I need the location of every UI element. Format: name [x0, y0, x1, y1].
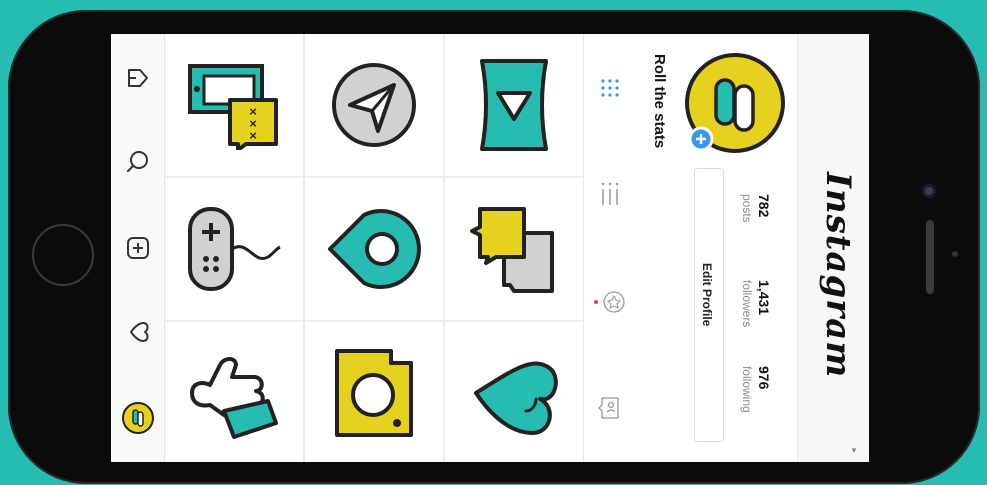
app-header: Instagram ▼: [797, 34, 869, 462]
grid-divider: [303, 34, 305, 462]
sensor-dot: [952, 251, 958, 257]
grid-tile[interactable]: [445, 34, 583, 176]
gamepad-icon: [188, 207, 281, 291]
profile-avatar-icon: [122, 402, 154, 434]
saved-icon: [594, 291, 625, 313]
tab-list[interactable]: [590, 174, 630, 214]
stat-posts-label: posts: [740, 194, 754, 223]
add-story-badge[interactable]: [688, 126, 714, 152]
message-bubbles-icon: [470, 207, 554, 293]
nav-search[interactable]: [118, 142, 158, 182]
edit-profile-label: Edit Profile: [700, 263, 714, 327]
stat-posts-count: 782: [756, 194, 772, 218]
stat-following-count[interactable]: 976: [756, 366, 772, 389]
tab-tagged[interactable]: [590, 388, 630, 428]
app-screen: × × × Roll the stats 782 posts 1,431 fol…: [111, 34, 869, 462]
list-view-icon: [601, 182, 619, 205]
grid-tile[interactable]: [445, 322, 583, 462]
activity-heart-icon: [130, 322, 149, 342]
stat-followers-count[interactable]: 1,431: [756, 280, 772, 315]
grid-tile[interactable]: × × ×: [165, 34, 303, 176]
profile-panel: Roll the stats 782 posts 1,431 followers…: [636, 34, 797, 462]
nav-add-post[interactable]: [118, 228, 158, 268]
grid-tile[interactable]: [305, 178, 443, 320]
svg-text:×: ×: [249, 128, 257, 143]
camera-icon: [335, 349, 413, 437]
send-icon: [332, 63, 416, 147]
dropdown-caret-icon[interactable]: ▼: [850, 446, 858, 455]
instagram-logo: Instagram: [818, 172, 858, 379]
grid-tile[interactable]: [305, 34, 443, 176]
nav-activity[interactable]: [118, 312, 158, 352]
search-icon: [127, 151, 148, 172]
tab-grid[interactable]: [590, 68, 630, 108]
home-button[interactable]: [32, 224, 94, 286]
add-post-icon: [127, 237, 149, 259]
nav-home[interactable]: [118, 58, 158, 98]
nav-profile[interactable]: [118, 398, 158, 438]
grid-tile[interactable]: [165, 178, 303, 320]
front-camera: [922, 184, 936, 198]
grid-view-icon: [601, 79, 619, 97]
edit-profile-button[interactable]: Edit Profile: [694, 168, 724, 442]
profile-username: Roll the stats: [651, 54, 668, 149]
photo-grid: × × ×: [165, 34, 583, 462]
grid-tile[interactable]: [445, 178, 583, 320]
bottom-nav: [111, 34, 165, 462]
plus-icon: [688, 126, 714, 152]
location-pin-icon: [328, 209, 421, 289]
tagged-icon: [598, 397, 619, 419]
thumbs-up-icon: [190, 357, 278, 439]
grid-tile[interactable]: [165, 322, 303, 462]
stat-following-label[interactable]: following: [740, 366, 754, 413]
stat-followers-label[interactable]: followers: [740, 280, 754, 327]
play-icon: [480, 59, 548, 151]
profile-tabs: [583, 34, 637, 462]
grid-tile[interactable]: [305, 322, 443, 462]
chat-video-icon: × × ×: [188, 64, 278, 150]
home-icon: [128, 69, 148, 87]
tab-saved[interactable]: [590, 282, 630, 322]
grid-divider: [443, 34, 445, 462]
heart-icon: [474, 361, 558, 435]
grid-divider: [165, 320, 583, 322]
grid-divider: [165, 176, 583, 178]
earpiece-speaker: [926, 220, 934, 294]
